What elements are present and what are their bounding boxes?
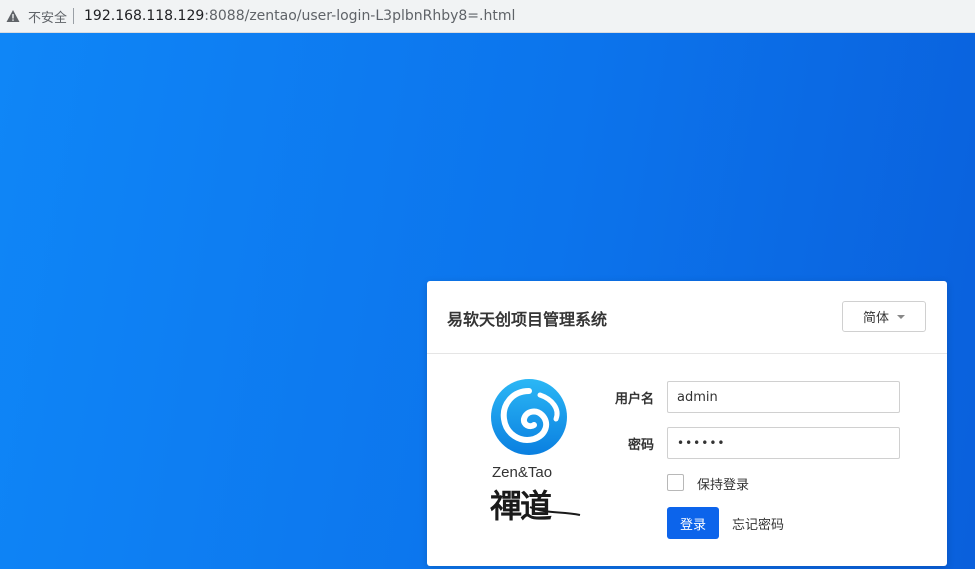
username-field[interactable]: admin <box>667 381 900 413</box>
logo-chinese: 禪道 <box>490 487 552 525</box>
password-label: 密码 <box>627 438 654 453</box>
divider <box>73 8 75 24</box>
warning-icon <box>6 10 20 22</box>
login-button[interactable]: 登录 <box>667 507 719 539</box>
url-host: 192.168.118.129 <box>84 8 205 24</box>
password-field[interactable]: •••••• <box>667 427 900 459</box>
keep-login-checkbox[interactable] <box>667 474 684 491</box>
url-text[interactable]: 192.168.118.129:8088/zentao/user-login-L… <box>84 8 515 24</box>
forgot-password-link[interactable]: 忘记密码 <box>732 514 784 533</box>
security-status[interactable]: 不安全 <box>28 7 67 26</box>
logo-wordmark: Zen&Tao <box>492 464 553 481</box>
login-panel: 易软天创项目管理系统 简体 Zen&Tao 禪道 用户名 admin 密码 ••… <box>427 281 947 566</box>
keep-login-label[interactable]: 保持登录 <box>697 474 749 493</box>
language-select[interactable]: 简体 <box>842 301 926 332</box>
browser-address-bar[interactable]: 不安全 192.168.118.129:8088/zentao/user-log… <box>0 0 975 33</box>
url-path: :8088/zentao/user-login-L3plbnRhby8=.htm… <box>204 8 516 24</box>
caret-down-icon <box>897 314 905 319</box>
language-label: 简体 <box>862 311 889 326</box>
username-label: 用户名 <box>614 392 654 407</box>
page-title: 易软天创项目管理系统 <box>447 310 608 329</box>
login-panel-header: 易软天创项目管理系统 简体 <box>427 281 947 354</box>
